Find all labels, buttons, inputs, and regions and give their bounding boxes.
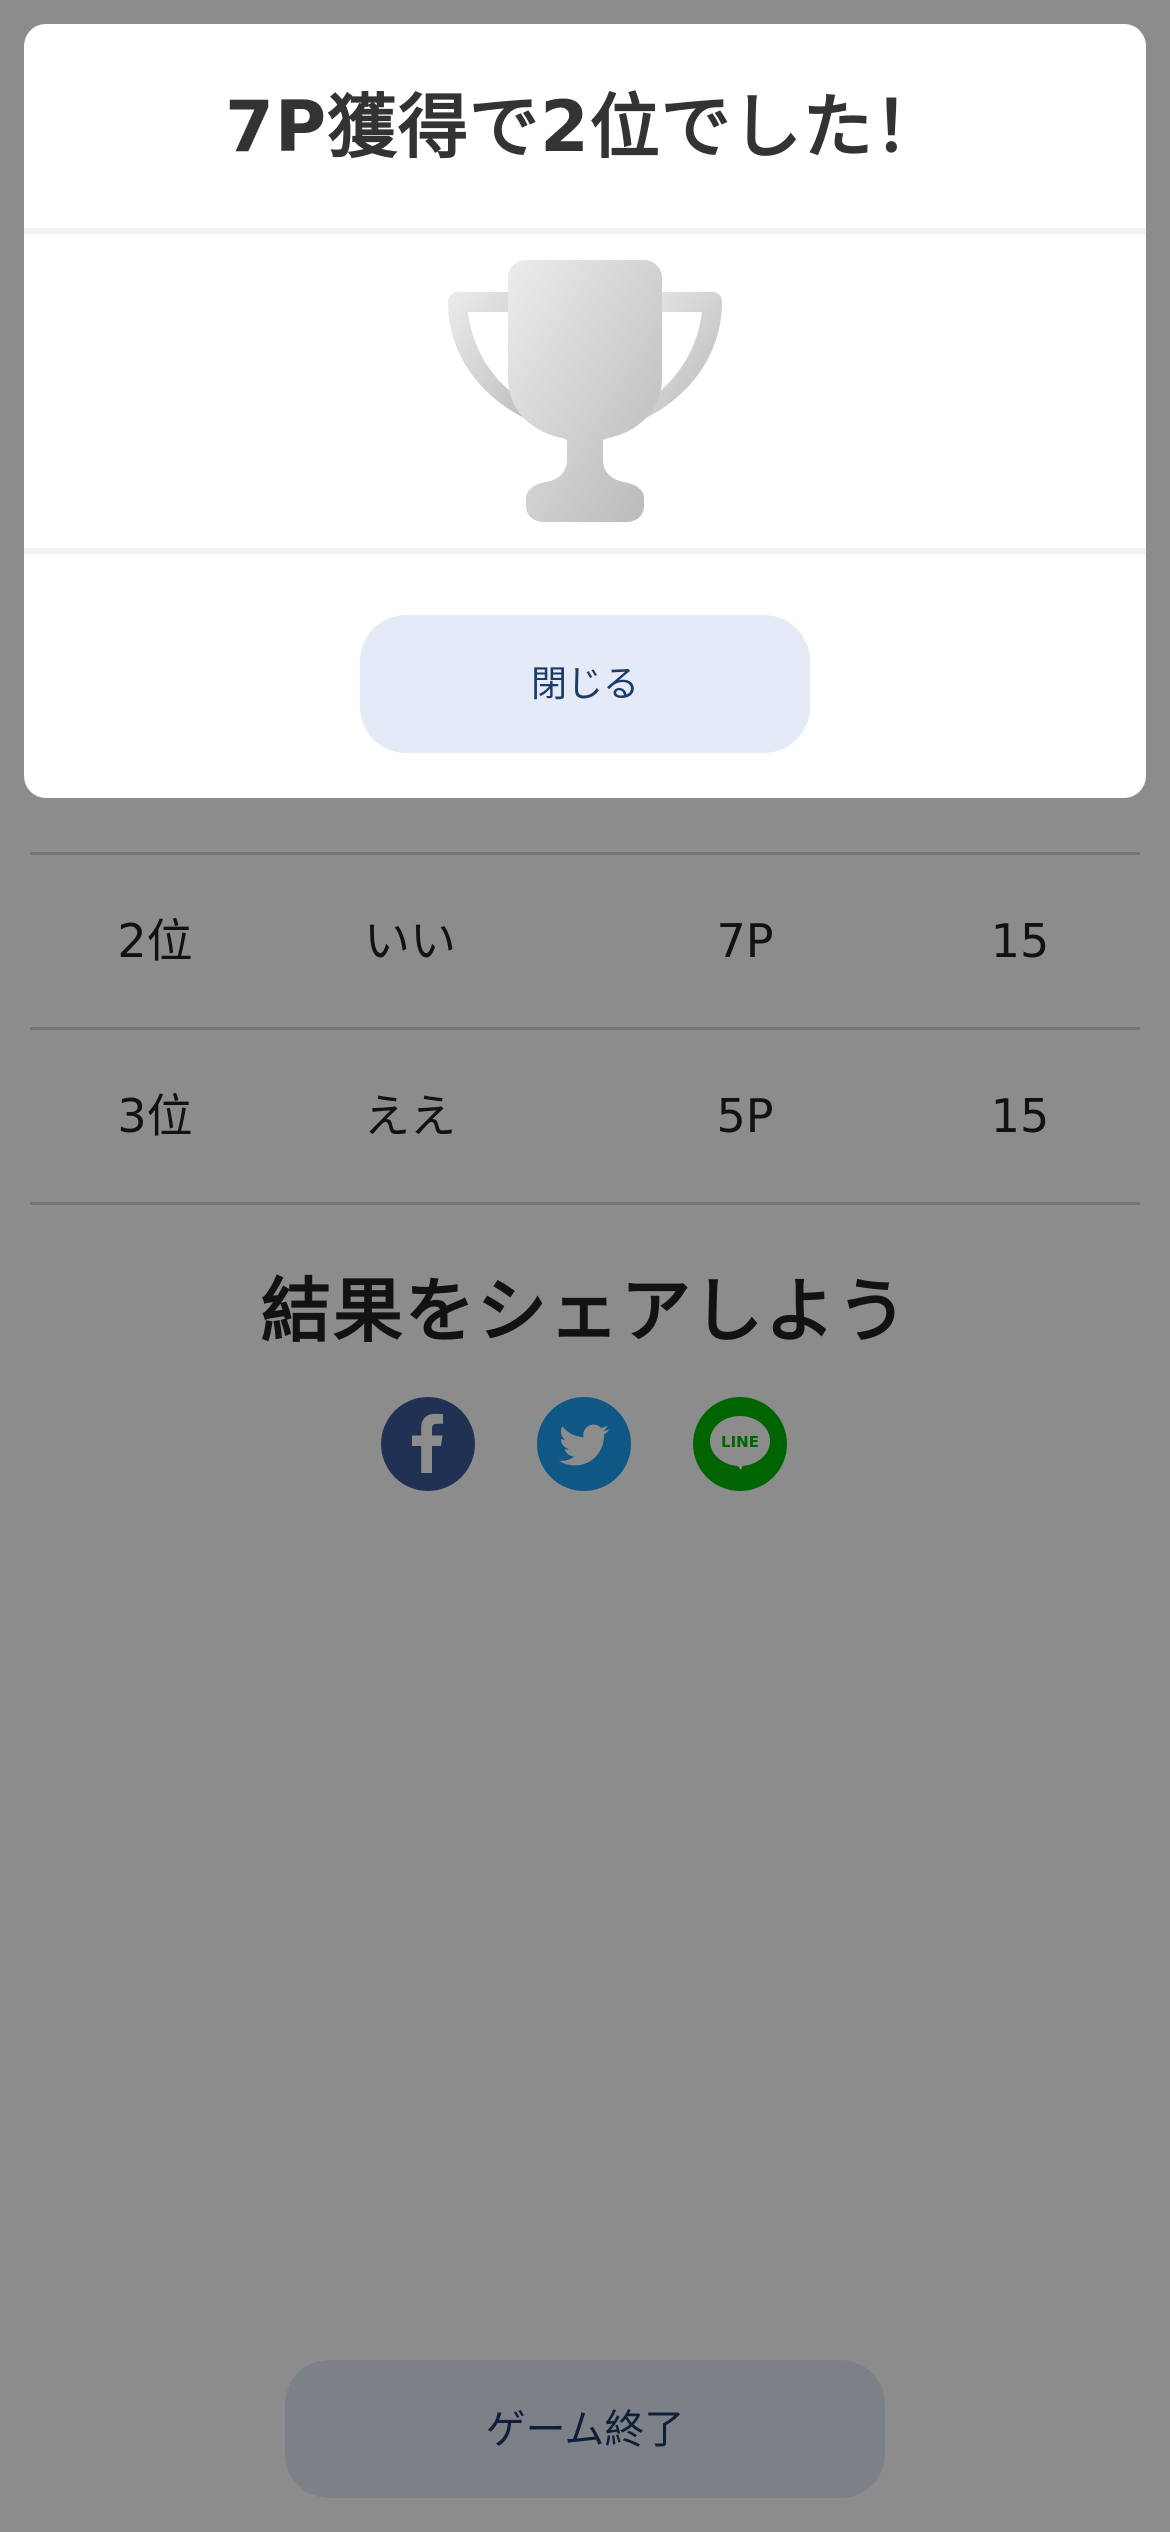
result-modal: 7P獲得で2位でした！ 閉じる bbox=[24, 24, 1146, 798]
close-button[interactable]: 閉じる bbox=[360, 615, 810, 753]
trophy-icon bbox=[448, 260, 722, 522]
divider bbox=[24, 548, 1146, 554]
modal-title: 7P獲得で2位でした！ bbox=[225, 86, 945, 168]
divider bbox=[24, 228, 1146, 234]
